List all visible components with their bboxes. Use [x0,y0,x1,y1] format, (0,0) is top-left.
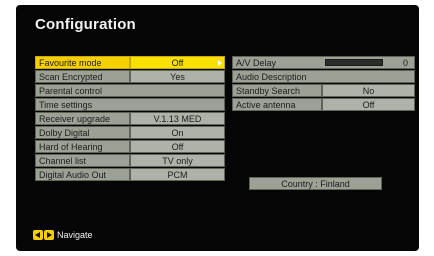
favourite-mode-value-text: Off [171,58,184,68]
menu-item-scan-encrypted[interactable]: Scan Encrypted [35,70,130,83]
av-delay-slider[interactable] [325,59,383,66]
av-delay-value: 0 [402,58,408,68]
active-antenna-value[interactable]: Off [322,98,415,111]
left-triangle [35,232,40,238]
dolby-digital-value[interactable]: On [130,126,225,139]
right-arrow-icon [218,60,222,66]
menu-item-digital-audio-out[interactable]: Digital Audio Out [35,168,130,181]
scan-encrypted-value[interactable]: Yes [130,70,225,83]
right-arrow-key-icon [44,230,54,240]
left-arrow-key-icon [33,230,43,240]
navigate-label: Navigate [57,230,93,240]
menu-item-channel-list[interactable]: Channel list [35,154,130,167]
menu-item-favourite-mode[interactable]: Favourite mode [35,56,130,69]
menu-item-standby-search[interactable]: Standby Search [232,84,322,97]
right-triangle [47,232,52,238]
menu-item-receiver-upgrade[interactable]: Receiver upgrade [35,112,130,125]
menu-item-parental-control[interactable]: Parental control [35,84,225,97]
standby-search-value[interactable]: No [322,84,415,97]
menu-item-active-antenna[interactable]: Active antenna [232,98,322,111]
menu-item-dolby-digital[interactable]: Dolby Digital [35,126,130,139]
country-indicator: Country : Finland [249,177,382,190]
digital-audio-out-value[interactable]: PCM [130,168,225,181]
menu-item-time-settings[interactable]: Time settings [35,98,225,111]
menu-item-av-delay[interactable]: A/V Delay 0 [232,56,415,69]
favourite-mode-value[interactable]: Off [130,56,225,69]
channel-list-value[interactable]: TV only [130,154,225,167]
page-title: Configuration [35,16,136,33]
menu-item-audio-description[interactable]: Audio Description [232,70,415,83]
menu-item-hard-of-hearing[interactable]: Hard of Hearing [35,140,130,153]
receiver-upgrade-value[interactable]: V.1.13 MED [130,112,225,125]
av-delay-label: A/V Delay [236,58,277,68]
hard-of-hearing-value[interactable]: Off [130,140,225,153]
